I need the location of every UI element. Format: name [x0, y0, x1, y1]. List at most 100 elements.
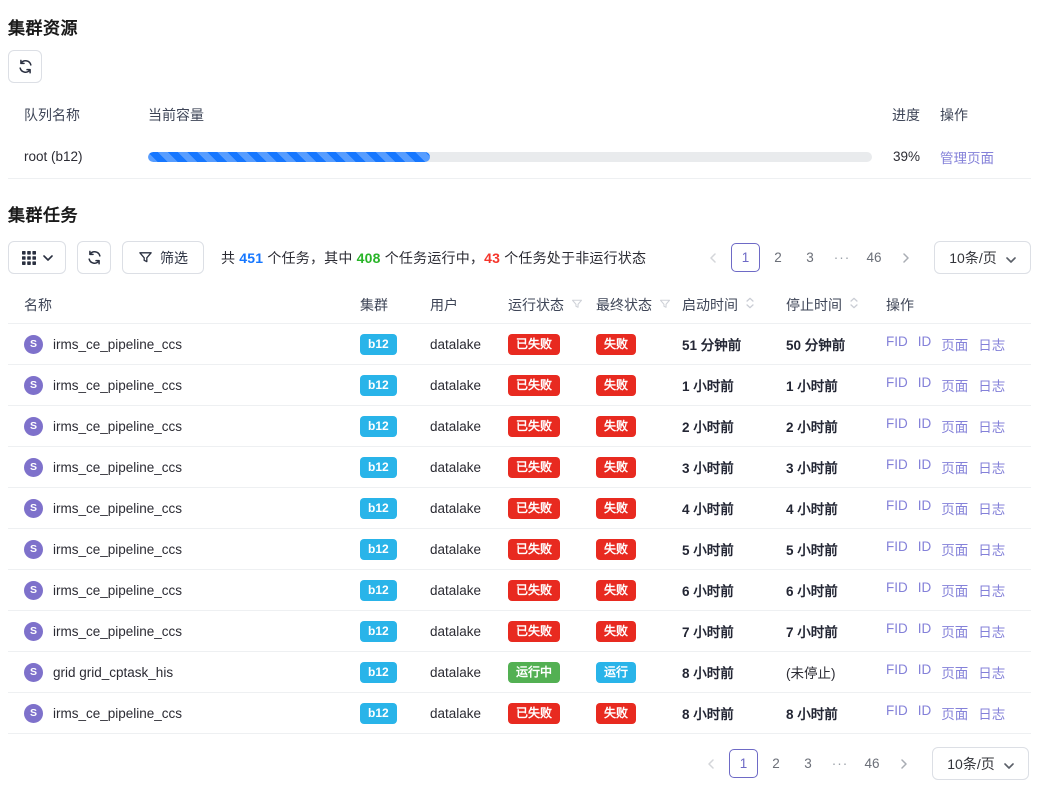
user-cell: datalake: [420, 419, 498, 434]
log-link[interactable]: 日志: [978, 621, 1005, 641]
page-ellipsis[interactable]: ···: [828, 244, 856, 272]
prev-page-button[interactable]: [699, 244, 727, 272]
fid-link[interactable]: FID: [886, 580, 908, 600]
run-status-badge: 已失败: [508, 580, 560, 601]
log-link[interactable]: 日志: [978, 662, 1005, 682]
id-link[interactable]: ID: [918, 375, 932, 395]
start-time-cell: 5 小时前: [672, 539, 776, 559]
actions-header: 操作: [876, 295, 1031, 315]
page-size-select[interactable]: 10条/页: [934, 241, 1031, 274]
fid-link[interactable]: FID: [886, 375, 908, 395]
page-link[interactable]: 页面: [941, 539, 968, 559]
page-size-select[interactable]: 10条/页: [932, 747, 1029, 780]
column-settings-button[interactable]: [8, 241, 66, 274]
queue-table: 队列名称 当前容量 进度 操作 root (b12) 39% 管理页面: [8, 95, 1031, 179]
log-link[interactable]: 日志: [978, 416, 1005, 436]
id-link[interactable]: ID: [918, 662, 932, 682]
page-3-button[interactable]: 3: [796, 244, 824, 272]
fid-link[interactable]: FID: [886, 621, 908, 641]
fid-link[interactable]: FID: [886, 416, 908, 436]
page-46-button[interactable]: 46: [858, 750, 886, 778]
fid-link[interactable]: FID: [886, 703, 908, 723]
grid-icon: [22, 251, 36, 265]
table-row: Sirms_ce_pipeline_ccs b12 datalake 已失败 失…: [8, 406, 1031, 447]
user-cell: datalake: [420, 460, 498, 475]
page-46-button[interactable]: 46: [860, 244, 888, 272]
final-status-badge: 失败: [596, 621, 636, 642]
table-row: Sirms_ce_pipeline_ccs b12 datalake 已失败 失…: [8, 365, 1031, 406]
page-1-button[interactable]: 1: [731, 243, 760, 272]
log-link[interactable]: 日志: [978, 375, 1005, 395]
id-link[interactable]: ID: [918, 621, 932, 641]
log-link[interactable]: 日志: [978, 334, 1005, 354]
run-status-badge: 运行中: [508, 662, 560, 683]
page-link[interactable]: 页面: [941, 416, 968, 436]
sort-icon[interactable]: [849, 296, 859, 313]
page-link[interactable]: 页面: [941, 703, 968, 723]
page-2-button[interactable]: 2: [762, 750, 790, 778]
id-link[interactable]: ID: [918, 416, 932, 436]
refresh-icon: [87, 250, 102, 265]
avatar: S: [24, 458, 43, 477]
id-link[interactable]: ID: [918, 703, 932, 723]
fid-link[interactable]: FID: [886, 539, 908, 559]
cluster-header: 集群: [350, 295, 420, 315]
log-link[interactable]: 日志: [978, 457, 1005, 477]
page-link[interactable]: 页面: [941, 662, 968, 682]
start-time-cell: 6 小时前: [672, 580, 776, 600]
page-link[interactable]: 页面: [941, 334, 968, 354]
page-link[interactable]: 页面: [941, 375, 968, 395]
filter-button[interactable]: 筛选: [122, 241, 204, 274]
id-link[interactable]: ID: [918, 498, 932, 518]
tasks-toolbar: 筛选 共 451 个任务，其中 408 个任务运行中，43 个任务处于非运行状态…: [8, 241, 1031, 274]
page-link[interactable]: 页面: [941, 498, 968, 518]
start-time-header: 启动时间: [672, 295, 776, 315]
user-cell: datalake: [420, 624, 498, 639]
sort-icon[interactable]: [745, 296, 755, 313]
page-2-button[interactable]: 2: [764, 244, 792, 272]
log-link[interactable]: 日志: [978, 498, 1005, 518]
final-status-badge: 失败: [596, 375, 636, 396]
chevron-down-icon: [1006, 250, 1016, 266]
cluster-badge: b12: [360, 580, 397, 601]
pagination-bottom-wrap: 1 2 3 ··· 46 10条/页: [8, 747, 1031, 780]
page-3-button[interactable]: 3: [794, 750, 822, 778]
fid-link[interactable]: FID: [886, 662, 908, 682]
page-link[interactable]: 页面: [941, 580, 968, 600]
id-link[interactable]: ID: [918, 539, 932, 559]
final-status-badge: 失败: [596, 498, 636, 519]
next-page-button[interactable]: [892, 244, 920, 272]
start-time-cell: 2 小时前: [672, 416, 776, 436]
running-count: 408: [357, 250, 381, 266]
run-status-header: 运行状态: [498, 295, 586, 315]
filter-funnel-icon[interactable]: [659, 297, 671, 313]
start-time-cell: 1 小时前: [672, 375, 776, 395]
start-time-cell: 4 小时前: [672, 498, 776, 518]
id-link[interactable]: ID: [918, 580, 932, 600]
next-page-button[interactable]: [890, 750, 918, 778]
prev-page-button[interactable]: [697, 750, 725, 778]
fid-link[interactable]: FID: [886, 457, 908, 477]
id-link[interactable]: ID: [918, 457, 932, 477]
run-status-badge: 已失败: [508, 416, 560, 437]
table-row: Sirms_ce_pipeline_ccs b12 datalake 已失败 失…: [8, 529, 1031, 570]
page-ellipsis[interactable]: ···: [826, 750, 854, 778]
page-1-button[interactable]: 1: [729, 749, 758, 778]
manage-page-link[interactable]: 管理页面: [940, 151, 994, 166]
table-row: Sirms_ce_pipeline_ccs b12 datalake 已失败 失…: [8, 324, 1031, 365]
stop-time-cell: 50 分钟前: [776, 334, 876, 354]
log-link[interactable]: 日志: [978, 703, 1005, 723]
user-cell: datalake: [420, 378, 498, 393]
fid-link[interactable]: FID: [886, 334, 908, 354]
filter-funnel-icon[interactable]: [571, 297, 583, 313]
id-link[interactable]: ID: [918, 334, 932, 354]
fid-link[interactable]: FID: [886, 498, 908, 518]
cluster-badge: b12: [360, 539, 397, 560]
page-link[interactable]: 页面: [941, 621, 968, 641]
stop-time-cell: 6 小时前: [776, 580, 876, 600]
refresh-tasks-button[interactable]: [77, 241, 111, 274]
log-link[interactable]: 日志: [978, 580, 1005, 600]
refresh-resources-button[interactable]: [8, 50, 42, 83]
log-link[interactable]: 日志: [978, 539, 1005, 559]
page-link[interactable]: 页面: [941, 457, 968, 477]
